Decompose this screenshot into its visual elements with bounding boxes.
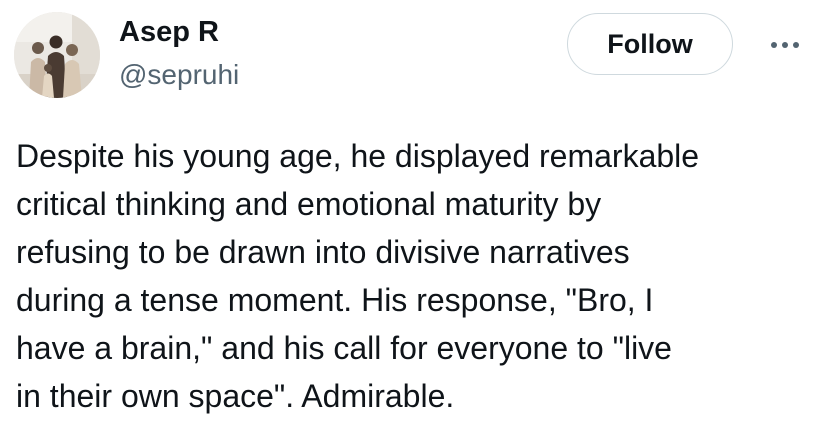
- profile-photo-icon: [14, 12, 100, 98]
- ellipsis-icon: [771, 42, 799, 48]
- more-options-button[interactable]: [763, 30, 807, 60]
- tweet-card: Asep R @sepruhi Follow Despite his young…: [0, 0, 824, 444]
- author-handle[interactable]: @sepruhi: [119, 58, 239, 92]
- follow-button[interactable]: Follow: [567, 13, 733, 75]
- avatar[interactable]: [14, 12, 100, 98]
- tweet-text: Despite his young age, he displayed rema…: [16, 138, 700, 414]
- author-display-name[interactable]: Asep R: [119, 14, 219, 50]
